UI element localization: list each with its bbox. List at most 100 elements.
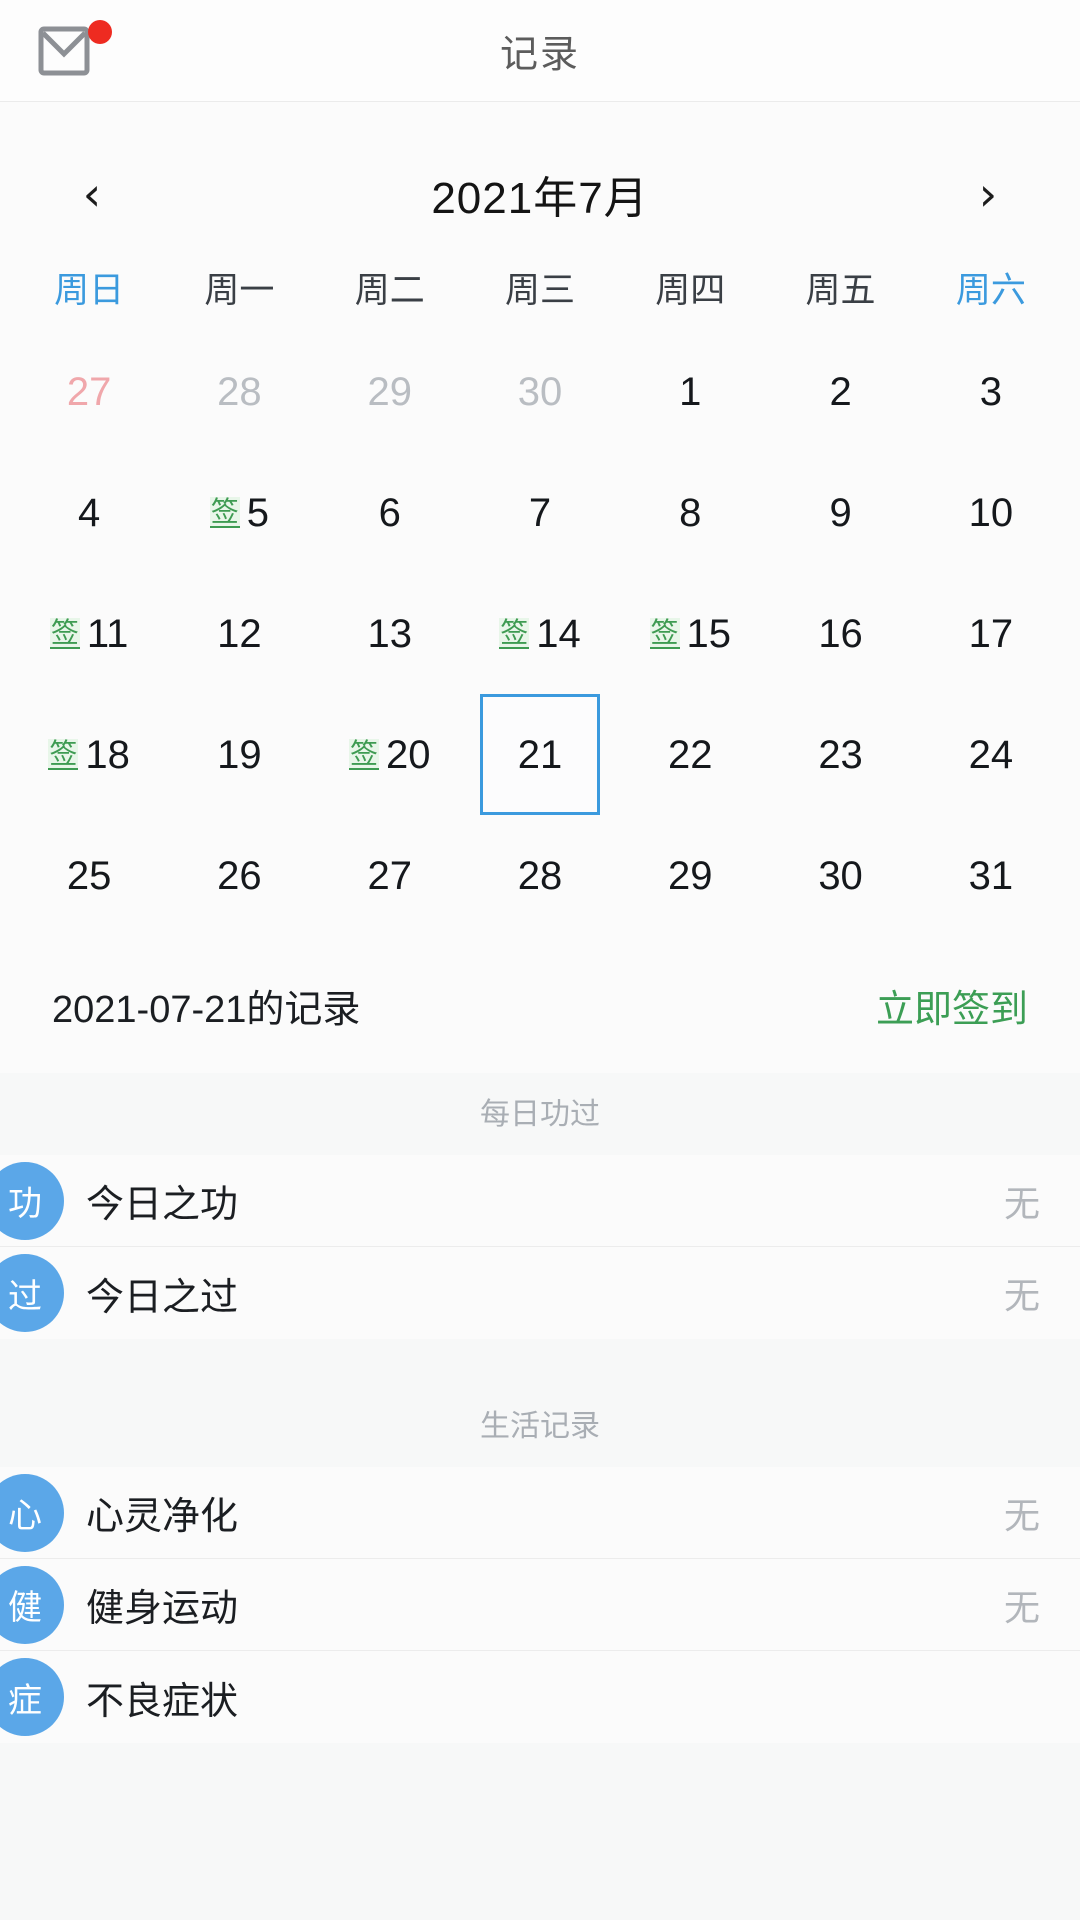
calendar-day[interactable]: 29 [615, 815, 765, 936]
calendar-day[interactable]: 22 [615, 694, 765, 815]
calendar-day-inner: 签 15 [630, 573, 750, 694]
calendar-day-inner: 9 [781, 452, 901, 573]
calendar-day[interactable]: 23 [765, 694, 915, 815]
calendar-day[interactable]: 签5 [164, 452, 314, 573]
calendar-day[interactable]: 4 [14, 452, 164, 573]
calendar-day[interactable]: 13 [315, 573, 465, 694]
avatar: 功 [0, 1161, 64, 1240]
calendar-day-inner: 23 [781, 694, 901, 815]
calendar-day[interactable]: 17 [916, 573, 1066, 694]
list-item[interactable]: 症不良症状 [0, 1651, 1080, 1743]
next-month-chevron-icon[interactable]: › [958, 171, 1018, 217]
sign-in-mark-icon: 签 [48, 738, 79, 770]
app-header: 记录 [0, 0, 1080, 102]
calendar-day[interactable]: 25 [14, 815, 164, 936]
calendar-day-number: 19 [217, 732, 262, 777]
calendar-day-number: 30 [517, 369, 563, 414]
calendar-panel: ‹ 2021年7月 › 周日 周一 周二 周三 周四 周五 周六 27 28 29 30 1 2 3 4 签… [0, 102, 1080, 936]
calendar-day-number: 26 [217, 853, 262, 898]
calendar-day[interactable]: 签 11 [14, 573, 164, 694]
calendar-day[interactable]: 24 [916, 694, 1066, 815]
calendar-day-inner: 24 [931, 694, 1051, 815]
calendar-day-number: 18 [85, 732, 130, 777]
calendar-day[interactable]: 16 [765, 573, 915, 694]
calendar-day-number: 5 [246, 490, 270, 535]
calendar-day-inner: 29 [630, 815, 750, 936]
calendar-day[interactable]: 30 [765, 815, 915, 936]
weekday-label-0: 周日 [54, 271, 125, 310]
calendar-day-selected[interactable]: 21 [465, 694, 615, 815]
prev-month-chevron-icon[interactable]: ‹ [62, 171, 122, 217]
calendar-day-number: 27 [367, 853, 412, 898]
calendar-day-number: 24 [968, 732, 1014, 777]
calendar-day-inner: 2 [781, 331, 901, 452]
calendar-day[interactable]: 签 14 [465, 573, 615, 694]
calendar-day[interactable]: 28 [465, 815, 615, 936]
calendar-day-inner: 25 [29, 815, 149, 936]
calendar-day-number: 27 [66, 369, 112, 414]
sign-in-mark-icon: 签 [649, 617, 680, 649]
section-divider [0, 1339, 1080, 1385]
record-sections: 每日功过功今日之功无过今日之过无生活记录心心灵净化无健健身运动无症不良症状 [0, 1073, 1080, 1743]
calendar-day-number: 9 [829, 490, 852, 535]
sign-in-mark-icon: 签 [209, 496, 240, 528]
calendar-day[interactable]: 签 15 [615, 573, 765, 694]
calendar-day-number: 29 [668, 853, 713, 898]
mail-button[interactable] [38, 19, 112, 82]
calendar-day[interactable]: 10 [916, 452, 1066, 573]
avatar: 过 [0, 1254, 64, 1332]
calendar-day[interactable]: 28 [164, 331, 314, 452]
calendar-day-inner: 7 [480, 452, 600, 573]
calendar-day-inner: 30 [781, 815, 901, 936]
list-item-label: 不良症状 [86, 1680, 239, 1723]
calendar-day[interactable]: 29 [315, 331, 465, 452]
calendar-day[interactable]: 签 18 [14, 694, 164, 815]
calendar-day-inner: 签5 [179, 452, 299, 573]
calendar-day-number: 2 [829, 369, 852, 414]
weekday-label-5: 周五 [805, 271, 876, 310]
record-header: 2021-07-21的记录 立即签到 [0, 936, 1080, 1073]
calendar-day[interactable]: 31 [916, 815, 1066, 936]
calendar-day[interactable]: 7 [465, 452, 615, 573]
weekday-label-2: 周二 [354, 271, 425, 310]
check-in-button[interactable]: 立即签到 [876, 978, 1028, 1033]
calendar-day-inner: 13 [330, 573, 450, 694]
calendar-day-inner: 6 [330, 452, 450, 573]
list-item[interactable]: 心心灵净化 无 [0, 1467, 1080, 1559]
calendar-grid: 27 28 29 30 1 2 3 4 签 5 6 7 8 9 10 签 11 12 13 签 14 签 15 16 17 签 18… [0, 331, 1080, 936]
calendar-day-number: 7 [528, 490, 552, 535]
weekday-label-4: 周四 [655, 271, 726, 310]
calendar-day[interactable]: 26 [164, 815, 314, 936]
calendar-day[interactable]: 1 [615, 331, 765, 452]
list-item-label: 健身运动 [86, 1588, 239, 1630]
calendar-day[interactable]: 12 [164, 573, 314, 694]
calendar-day[interactable]: 3 [916, 331, 1066, 452]
list-item-value: 无 [1003, 1586, 1040, 1628]
calendar-day-inner: 签 18 [29, 694, 149, 815]
calendar-day[interactable]: 27 [315, 815, 465, 936]
calendar-day[interactable]: 30 [465, 331, 615, 452]
calendar-day-number: 29 [367, 369, 412, 414]
list-item[interactable]: 健健身运动 无 [0, 1559, 1080, 1651]
calendar-day[interactable]: 签 20 [315, 694, 465, 815]
calendar-day[interactable]: 8 [615, 452, 765, 573]
calendar-day-inner: 28 [480, 815, 600, 936]
calendar-day[interactable]: 6 [315, 452, 465, 573]
calendar-day-number: 12 [217, 611, 262, 656]
calendar-day-number: 3 [979, 369, 1002, 414]
calendar-day[interactable]: 19 [164, 694, 314, 815]
calendar-day-number: 8 [679, 490, 702, 535]
avatar: 症 [0, 1658, 64, 1736]
calendar-day-number: 1 [679, 369, 702, 414]
calendar-day[interactable]: 9 [765, 452, 915, 573]
calendar-day-number: 4 [78, 490, 101, 535]
calendar-day-inner: 29 [330, 331, 450, 452]
calendar-day-number: 14 [536, 611, 581, 656]
calendar-day[interactable]: 27 [14, 331, 164, 452]
list-item[interactable]: 功今日之功 无 [0, 1155, 1080, 1247]
sign-in-mark-icon: 签 [348, 738, 379, 770]
calendar-day[interactable]: 2 [765, 331, 915, 452]
list-item[interactable]: 过今日之过 无 [0, 1247, 1080, 1339]
list-item-value: 无 [1003, 1275, 1040, 1316]
calendar-day-number: 28 [217, 369, 262, 414]
